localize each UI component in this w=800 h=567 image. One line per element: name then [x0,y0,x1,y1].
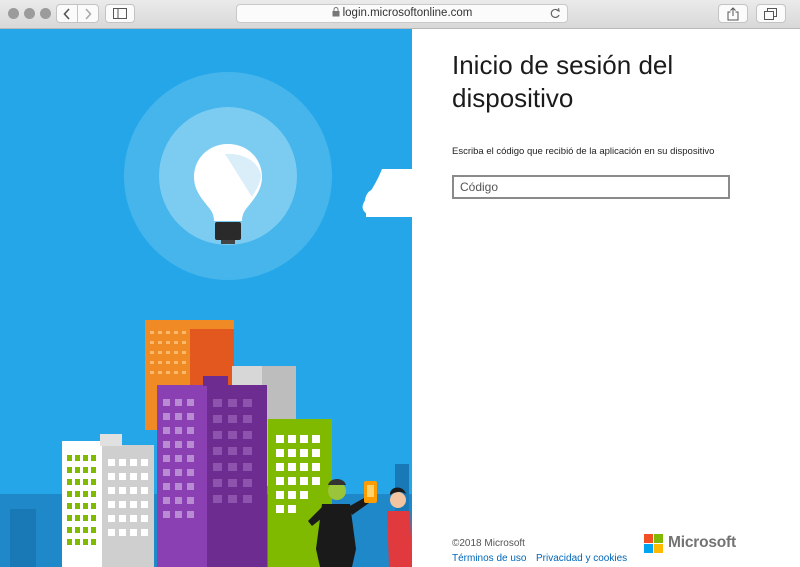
signin-panel: Inicio de sesión del dispositivo Escriba… [412,29,800,567]
browser-toolbar: login.microsoftonline.com [0,0,800,29]
copyright-text: ©2018 Microsoft [452,538,525,549]
hero-illustration-panel [0,29,412,567]
reload-icon[interactable] [549,7,561,20]
address-bar[interactable]: login.microsoftonline.com [236,4,568,23]
forward-button[interactable] [77,4,99,23]
back-button[interactable] [56,4,78,23]
microsoft-wordmark: Microsoft [668,534,736,551]
minimize-window-button[interactable] [24,8,35,19]
chevron-right-icon [85,7,92,20]
code-instructions: Escriba el código que recibió de la apli… [452,146,715,157]
privacy-link[interactable]: Privacidad y cookies [536,553,627,564]
address-url: login.microsoftonline.com [237,7,567,19]
page-title: Inicio de sesión del dispositivo [452,50,674,113]
sidebar-icon [113,8,127,19]
cloud-icon [366,201,412,217]
city-lightbulb-illustration [0,72,412,567]
lock-icon [332,7,340,17]
share-button[interactable] [718,4,748,23]
microsoft-logo-icon [644,534,663,553]
code-input[interactable] [452,175,730,199]
sidebar-button[interactable] [105,4,135,23]
zoom-window-button[interactable] [40,8,51,19]
terms-link[interactable]: Términos de uso [452,553,526,564]
close-window-button[interactable] [8,8,19,19]
tabs-icon [764,7,777,20]
url-text: login.microsoftonline.com [342,7,473,19]
chevron-left-icon [63,7,70,20]
tabs-button[interactable] [756,4,786,23]
share-icon [727,6,739,20]
